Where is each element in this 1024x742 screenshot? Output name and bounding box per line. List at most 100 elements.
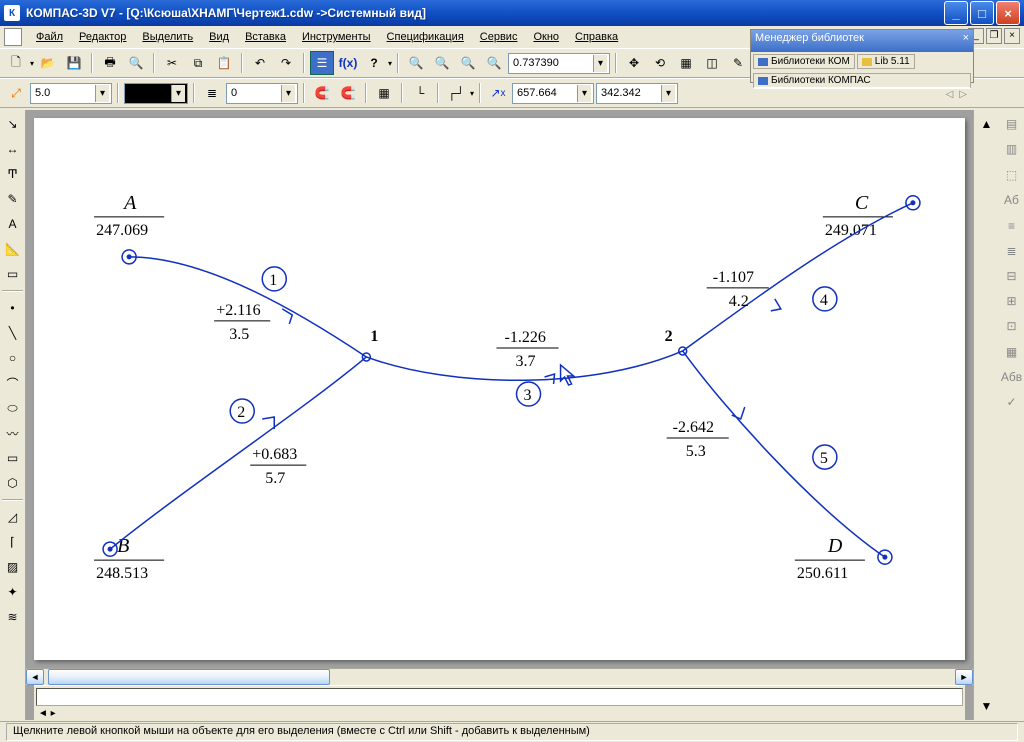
point-tool[interactable]: • bbox=[1, 296, 25, 320]
lib-button[interactable]: ☰ bbox=[310, 51, 334, 75]
horizontal-scrollbar[interactable]: ◄ ► bbox=[26, 668, 973, 685]
canvas[interactable]: A 247.069 B 248.513 C 249.071 D 250.611 bbox=[34, 118, 965, 660]
text-tool[interactable]: Ͳ bbox=[1, 162, 25, 186]
zoom-window-button[interactable]: 🔍 bbox=[430, 51, 454, 75]
new-button[interactable]: 🗋 bbox=[4, 51, 28, 75]
fillet-tool[interactable]: ⌈ bbox=[1, 530, 25, 554]
ortho-button[interactable]: └ bbox=[408, 81, 432, 105]
style-combo[interactable] bbox=[124, 83, 188, 104]
libmgr-tab2[interactable]: Lib 5.11 bbox=[857, 54, 915, 69]
rtool-2[interactable]: ▥ bbox=[1000, 137, 1024, 161]
libmgr-header[interactable]: Менеджер библиотек × bbox=[751, 30, 973, 52]
coord-y[interactable]: 342.342 bbox=[596, 83, 678, 104]
cham-tool[interactable]: ◿ bbox=[1, 505, 25, 529]
menu-service[interactable]: Сервис bbox=[472, 28, 526, 46]
step-combo[interactable]: 5.0 bbox=[30, 83, 112, 104]
menu-file[interactable]: Файл bbox=[28, 28, 71, 46]
scroll-down-icon[interactable]: ▼ bbox=[975, 694, 999, 718]
arc-tool[interactable]: ⌒ bbox=[1, 371, 25, 395]
menu-edit[interactable]: Редактор bbox=[71, 28, 134, 46]
menu-insert[interactable]: Вставка bbox=[237, 28, 294, 46]
spline-tool[interactable]: 〰 bbox=[1, 421, 25, 445]
nav-next-icon[interactable]: ▷ bbox=[959, 89, 967, 100]
rtool-12[interactable]: ✓ bbox=[1000, 390, 1024, 414]
fx-button[interactable]: f(x) bbox=[336, 51, 360, 75]
undo-button[interactable]: ↶ bbox=[248, 51, 272, 75]
cut-button[interactable]: ✂ bbox=[160, 51, 184, 75]
grid-button[interactable]: ▦ bbox=[372, 81, 396, 105]
circle-tool[interactable]: ○ bbox=[1, 346, 25, 370]
rtool-8[interactable]: ⊞ bbox=[1000, 289, 1024, 313]
measure-tool[interactable]: 📐 bbox=[1, 237, 25, 261]
mdi-close[interactable]: × bbox=[1004, 28, 1020, 44]
tool-c[interactable]: ✎ bbox=[726, 51, 750, 75]
rtool-10[interactable]: ▦ bbox=[1000, 340, 1024, 364]
snap-button[interactable]: 🧲 bbox=[310, 81, 334, 105]
libmgr-close-icon[interactable]: × bbox=[963, 32, 969, 50]
layer-combo[interactable]: 0 bbox=[226, 83, 298, 104]
zoom-fit-button[interactable]: 🔍 bbox=[482, 51, 506, 75]
dim-tool[interactable]: ↔ bbox=[1, 137, 25, 161]
rtool-1[interactable]: ▤ bbox=[1000, 112, 1024, 136]
edit-tool[interactable]: ✎ bbox=[1, 187, 25, 211]
right-scrollbar[interactable]: ▲ ▼ bbox=[973, 110, 999, 720]
scrollbar-thumb[interactable] bbox=[48, 669, 330, 685]
zoom-prev-button[interactable]: 🔍 bbox=[456, 51, 480, 75]
tool-a[interactable]: ▦ bbox=[674, 51, 698, 75]
local-button[interactable]: ┌┘ bbox=[444, 81, 468, 105]
pan-button[interactable]: ✥ bbox=[622, 51, 646, 75]
preview-button[interactable]: 🔍 bbox=[124, 51, 148, 75]
poly-tool[interactable]: ⬡ bbox=[1, 471, 25, 495]
rtool-4[interactable]: Аб bbox=[1000, 188, 1024, 212]
hatch-tool[interactable]: ▨ bbox=[1, 555, 25, 579]
rtool-9[interactable]: ⊡ bbox=[1000, 314, 1024, 338]
paste-button[interactable]: 📋 bbox=[212, 51, 236, 75]
select-tool[interactable]: ▭ bbox=[1, 262, 25, 286]
tool-b[interactable]: ◫ bbox=[700, 51, 724, 75]
help-button[interactable]: ? bbox=[362, 51, 386, 75]
mdi-restore[interactable]: ❐ bbox=[986, 28, 1002, 44]
menu-select[interactable]: Выделить bbox=[134, 28, 201, 46]
bottom-nav[interactable]: ◄ ▸ bbox=[34, 708, 965, 719]
layer-icon[interactable]: ≣ bbox=[200, 81, 224, 105]
zoom-in-button[interactable]: 🔍 bbox=[404, 51, 428, 75]
libmgr-tab1[interactable]: Библиотеки КОМ bbox=[753, 54, 855, 69]
aux-tool[interactable]: ✦ bbox=[1, 580, 25, 604]
rect-tool[interactable]: ▭ bbox=[1, 446, 25, 470]
close-button[interactable]: × bbox=[996, 1, 1020, 25]
rtool-3[interactable]: ⬚ bbox=[1000, 163, 1024, 187]
libmgr-tab-active[interactable]: Библиотеки КОМПАС bbox=[753, 73, 971, 89]
redo-button[interactable]: ↷ bbox=[274, 51, 298, 75]
save-button[interactable]: 💾 bbox=[62, 51, 86, 75]
menu-view[interactable]: Вид bbox=[201, 28, 237, 46]
copy-button[interactable]: ⧉ bbox=[186, 51, 210, 75]
rtool-6[interactable]: ≣ bbox=[1000, 239, 1024, 263]
menu-spec[interactable]: Спецификация bbox=[379, 28, 472, 46]
rtool-7[interactable]: ⊟ bbox=[1000, 264, 1024, 288]
param-tool[interactable]: А bbox=[1, 212, 25, 236]
open-button[interactable]: 📂 bbox=[36, 51, 60, 75]
coord-x[interactable]: 657.664 bbox=[512, 83, 594, 104]
svg-text:2: 2 bbox=[665, 328, 673, 345]
menu-help[interactable]: Справка bbox=[567, 28, 626, 46]
zoom-combo[interactable]: 0.737390 bbox=[508, 53, 610, 74]
rotate-button[interactable]: ⟲ bbox=[648, 51, 672, 75]
snap2-button[interactable]: 🧲 bbox=[336, 81, 360, 105]
rtool-11[interactable]: Абв bbox=[1000, 365, 1024, 389]
print-button[interactable]: 🖶 bbox=[98, 51, 122, 75]
scroll-left-icon[interactable]: ◄ bbox=[26, 669, 44, 685]
line-tool[interactable]: ╲ bbox=[1, 321, 25, 345]
bottom-box[interactable] bbox=[36, 688, 963, 706]
equid-tool[interactable]: ≋ bbox=[1, 605, 25, 629]
nav-prev-icon[interactable]: ◁ bbox=[946, 89, 954, 100]
scroll-right-icon[interactable]: ► bbox=[955, 669, 973, 685]
scroll-up-icon[interactable]: ▲ bbox=[975, 112, 999, 136]
step-icon[interactable]: ⤢ bbox=[4, 81, 28, 105]
minimize-button[interactable]: _ bbox=[944, 1, 968, 25]
geom-tool[interactable]: ↘ bbox=[1, 112, 25, 136]
ellipse-tool[interactable]: ⬭ bbox=[1, 396, 25, 420]
menu-window[interactable]: Окно bbox=[525, 28, 567, 46]
menu-tools[interactable]: Инструменты bbox=[294, 28, 379, 46]
maximize-button[interactable]: □ bbox=[970, 1, 994, 25]
rtool-5[interactable]: ≡ bbox=[1000, 214, 1024, 238]
